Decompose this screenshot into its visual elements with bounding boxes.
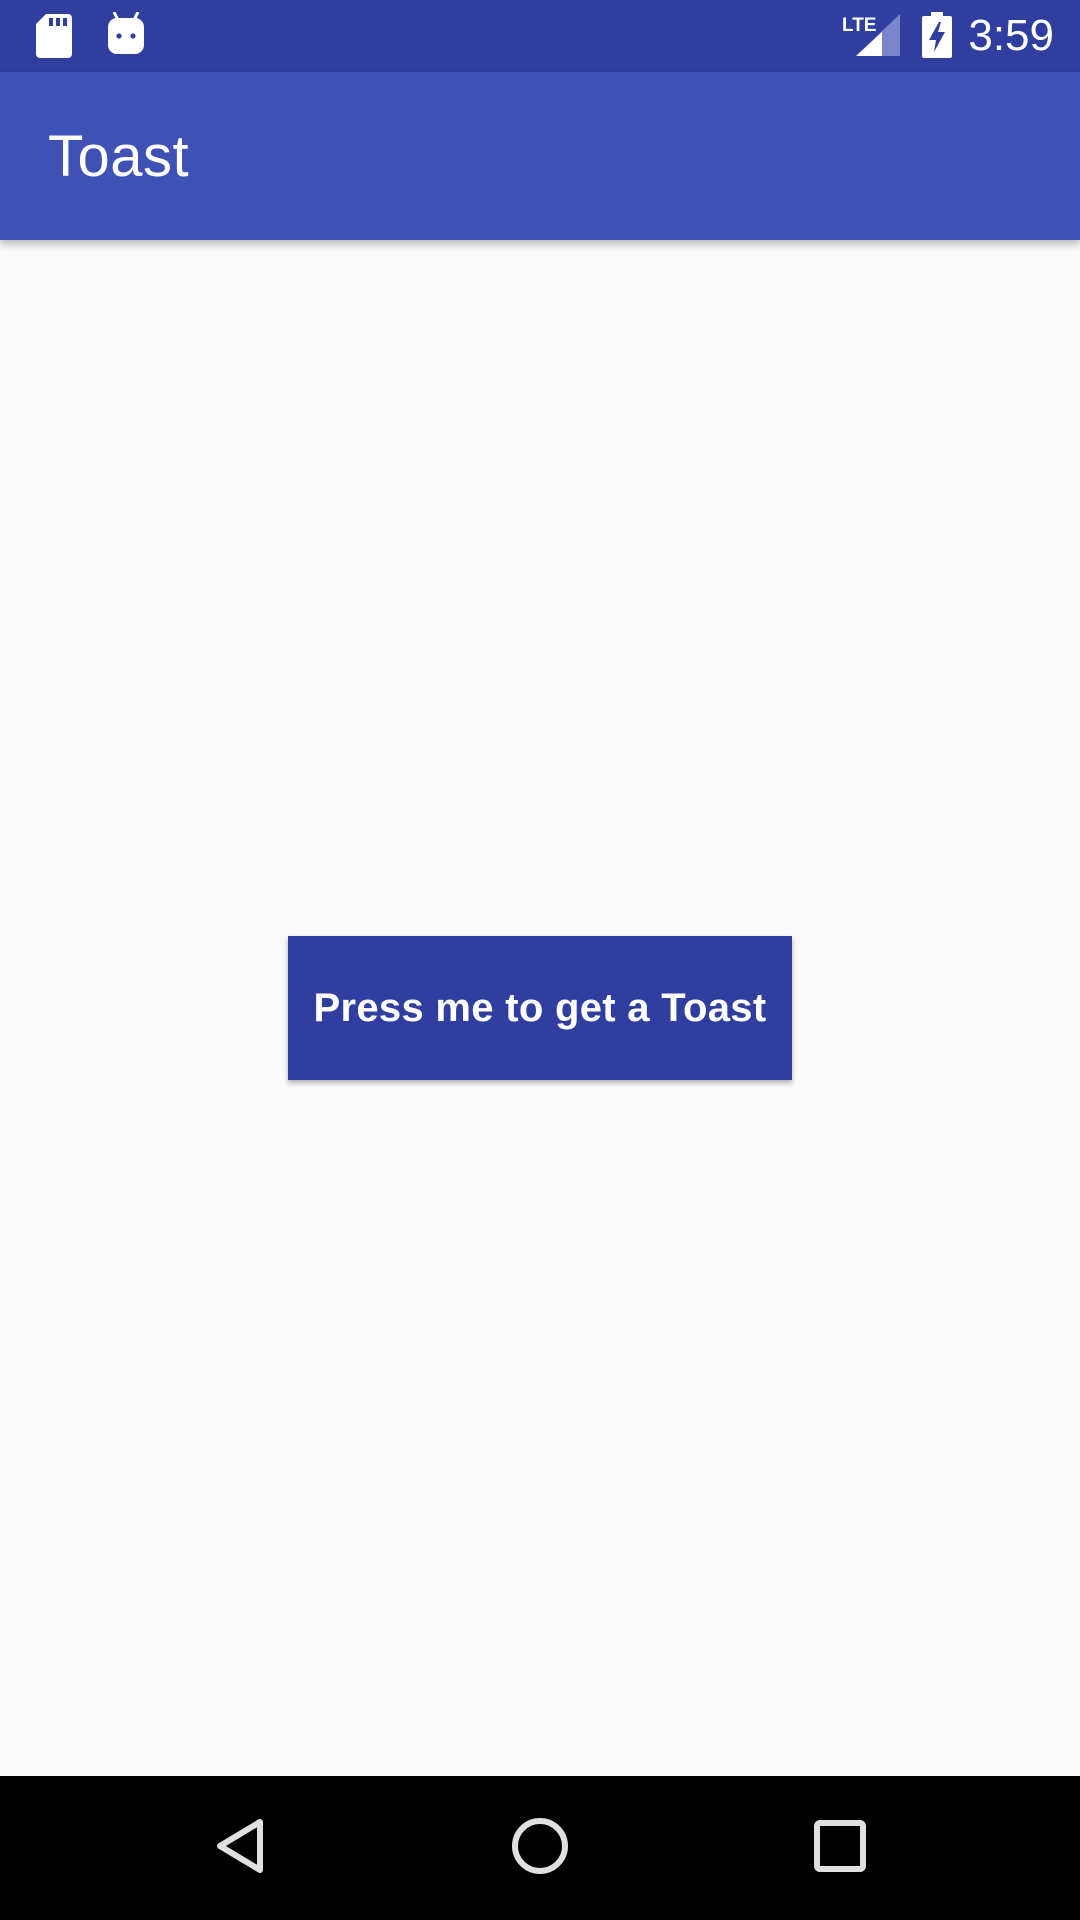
sd-card-icon — [36, 14, 72, 63]
home-button[interactable] — [498, 1806, 582, 1890]
back-button[interactable] — [198, 1806, 282, 1890]
recents-icon — [813, 1819, 867, 1878]
main-content: Press me to get a Toast — [0, 240, 1080, 1776]
lte-label: LTE — [842, 15, 876, 36]
battery-charging-icon — [922, 12, 952, 63]
status-bar: LTE 3:59 — [0, 0, 1080, 72]
app-bar: Toast — [0, 72, 1080, 240]
toast-button[interactable]: Press me to get a Toast — [288, 936, 792, 1080]
home-icon — [510, 1816, 570, 1881]
android-debug-icon — [106, 11, 146, 59]
app-title: Toast — [48, 124, 190, 189]
navigation-bar — [0, 1776, 1080, 1920]
lte-signal-icon: LTE — [842, 12, 902, 63]
status-time: 3:59 — [968, 11, 1054, 60]
back-icon — [212, 1816, 268, 1881]
recents-button[interactable] — [798, 1806, 882, 1890]
screen: LTE 3:59 Toast Press me to get a Toast — [0, 0, 1080, 1920]
